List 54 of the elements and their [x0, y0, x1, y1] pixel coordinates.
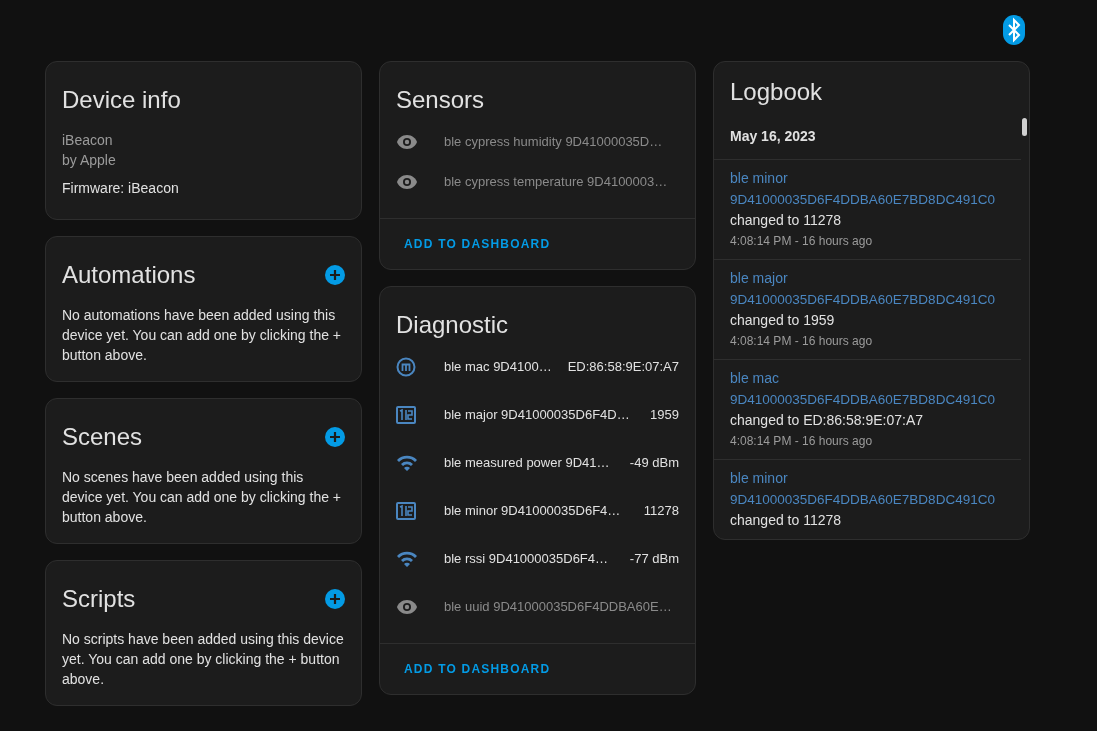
- change-text: changed to 11278: [730, 511, 843, 530]
- entity-name[interactable]: ble major 9D41000035D6F4D…: [444, 405, 643, 425]
- card-title: Device info: [62, 86, 182, 114]
- logbook-date: May 16, 2023: [714, 126, 1021, 160]
- add-icon[interactable]: [325, 427, 345, 447]
- entity-state: 1959: [650, 406, 679, 425]
- change-text: changed to 11278: [730, 211, 843, 230]
- wifi-icon: [396, 454, 418, 472]
- entity-link[interactable]: ble major: [730, 268, 1005, 289]
- card-title: Scenes: [62, 423, 143, 451]
- entity-id-link[interactable]: 9D41000035D6F4DDBA60E7BD8DC491C0: [730, 489, 1005, 510]
- entity-name[interactable]: ble rssi 9D41000035D6F4…: [444, 549, 622, 569]
- add-to-dashboard-button[interactable]: ADD TO DASHBOARD: [388, 227, 567, 261]
- entity-state: ED:86:58:9E:07:A7: [567, 358, 679, 377]
- device-manufacturer: by Apple: [62, 151, 117, 170]
- timestamp: 4:08:14 PM - 16 hours ago: [730, 333, 874, 350]
- add-icon[interactable]: [325, 589, 345, 609]
- empty-message: No automations have been added using this device yet. You can add one by clicking the + button above.: [62, 306, 343, 365]
- entity-link[interactable]: ble minor: [730, 168, 1005, 189]
- add-to-dashboard-button[interactable]: ADD TO DASHBOARD: [388, 652, 567, 686]
- card-title: Scripts: [62, 585, 136, 613]
- change-text: changed to ED:86:58:9E:07:A7: [730, 411, 925, 430]
- entity-id-link[interactable]: 9D41000035D6F4DDBA60E7BD8DC491C0: [730, 289, 1005, 310]
- entity-name[interactable]: ble mac 9D4100…: [444, 357, 560, 377]
- card-title: Sensors: [395, 85, 486, 115]
- bluetooth-icon[interactable]: [1003, 15, 1025, 45]
- letter-m-icon: [396, 357, 416, 377]
- card-title: Automations: [62, 261, 196, 289]
- eye-icon: [396, 174, 418, 190]
- entity-link[interactable]: ble minor: [730, 468, 1005, 489]
- card-title: Logbook: [729, 77, 824, 107]
- entity-id-link[interactable]: 9D41000035D6F4DDBA60E7BD8DC491C0: [730, 389, 1005, 410]
- eye-icon: [396, 599, 418, 615]
- entity-state: -77 dBm: [629, 550, 679, 569]
- empty-message: No scripts have been added using this device yet. You can add one by clicking the + button above.: [62, 630, 345, 689]
- entity-name[interactable]: ble minor 9D41000035D6F4…: [444, 501, 636, 521]
- wifi-icon: [396, 550, 418, 568]
- entity-link[interactable]: ble mac: [730, 368, 1005, 389]
- timestamp: 4:08:14 PM - 16 hours ago: [730, 433, 874, 450]
- timestamp: 4:08:14 PM - 16 hours ago: [730, 233, 874, 250]
- entity-state: 11278: [643, 502, 679, 521]
- entity-state: -49 dBm: [629, 454, 679, 473]
- eye-icon: [396, 134, 418, 150]
- firmware-text: Firmware: iBeacon: [62, 179, 180, 198]
- change-text: changed to 1959: [730, 311, 836, 330]
- card-title: Diagnostic: [395, 310, 510, 340]
- numeric-icon: [396, 502, 416, 520]
- device-model: iBeacon: [62, 131, 114, 150]
- add-icon[interactable]: [325, 265, 345, 285]
- entity-id-link[interactable]: 9D41000035D6F4DDBA60E7BD8DC491C0: [730, 189, 1005, 210]
- numeric-icon: [396, 406, 416, 424]
- entity-name[interactable]: ble measured power 9D41…: [444, 453, 622, 473]
- scrollbar-thumb[interactable]: [1022, 118, 1027, 136]
- empty-message: No scenes have been added using this device yet. You can add one by clicking the + button above.: [62, 468, 343, 527]
